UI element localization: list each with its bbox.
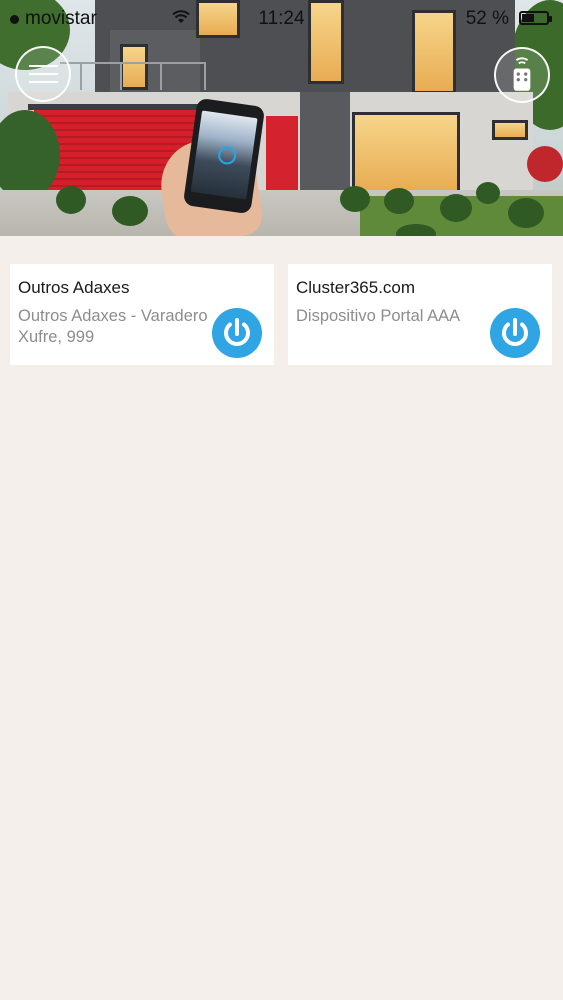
power-button[interactable] <box>490 308 540 358</box>
device-card-cluster365[interactable]: Cluster365.com Dispositivo Portal AAA <box>288 264 552 365</box>
battery-icon <box>519 11 552 25</box>
power-icon <box>224 318 250 346</box>
remote-control-icon <box>513 57 531 91</box>
device-subtitle: Outros Adaxes - Varadero Xufre, 999 <box>18 307 208 346</box>
power-icon <box>502 318 528 346</box>
power-button[interactable] <box>212 308 262 358</box>
battery-percent: 52 % <box>465 8 509 29</box>
device-subtitle: Dispositivo Portal AAA <box>296 307 461 325</box>
device-title: Cluster365.com <box>296 278 416 297</box>
status-bar: movistar 11:24 52 % <box>0 0 563 38</box>
device-card-outros-adaxes[interactable]: Outros Adaxes Outros Adaxes - Varadero X… <box>10 264 274 365</box>
device-title: Outros Adaxes <box>18 278 130 297</box>
remote-button[interactable] <box>494 47 550 103</box>
menu-button[interactable] <box>15 46 71 102</box>
